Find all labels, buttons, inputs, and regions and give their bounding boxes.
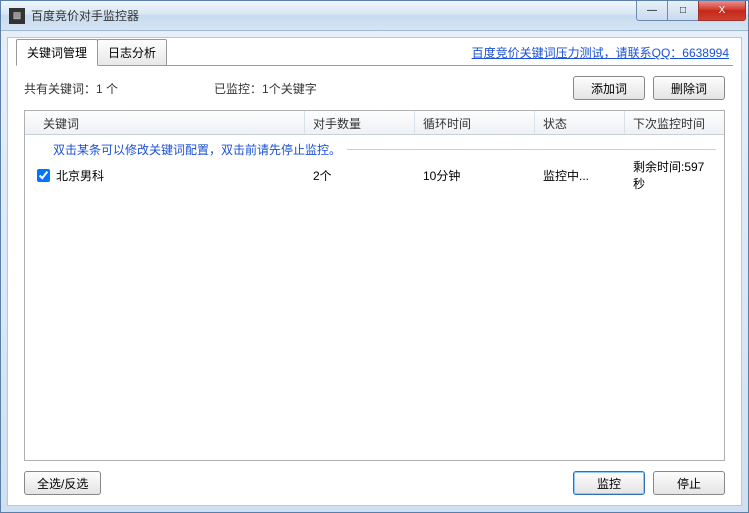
hint-divider [347,149,716,150]
tab-keyword-manage[interactable]: 关键词管理 [16,39,98,66]
column-cycle[interactable]: 循环时间 [415,111,535,134]
cell-keyword: 北京男科 [25,167,305,184]
titlebar: ▩ 百度竞价对手监控器 — □ X [1,1,748,31]
contact-link[interactable]: 百度竞价关键词压力测试，请联系QQ：6638994 [472,44,729,61]
cell-status: 监控中... [535,167,625,184]
bottom-toolbar: 全选/反选 监控 停止 [16,461,733,497]
column-opponents[interactable]: 对手数量 [305,111,415,134]
minimize-button[interactable]: — [636,1,668,21]
column-status[interactable]: 状态 [535,111,625,134]
tab-log-analysis[interactable]: 日志分析 [97,39,167,66]
listview-body: 双击某条可以修改关键词配置，双击前请先停止监控。 北京男科 2个 10分钟 监控… [25,135,724,460]
add-keyword-button[interactable]: 添加词 [573,76,645,100]
delete-keyword-button[interactable]: 删除词 [653,76,725,100]
app-icon: ▩ [9,8,25,24]
hint-text: 双击某条可以修改关键词配置，双击前请先停止监控。 [53,141,341,158]
row-checkbox[interactable] [37,169,50,182]
tab-label: 关键词管理 [27,46,87,60]
window-title: 百度竞价对手监控器 [31,7,637,24]
column-next-time[interactable]: 下次监控时间 [625,111,724,134]
keyword-listview: 关键词 对手数量 循环时间 状态 下次监控时间 双击某条可以修改关键词配置，双击… [24,110,725,461]
cell-opponents: 2个 [305,167,415,184]
stop-button[interactable]: 停止 [653,471,725,495]
tab-strip: 关键词管理 日志分析 [16,39,166,66]
monitor-button[interactable]: 监控 [573,471,645,495]
column-keyword[interactable]: 关键词 [25,111,305,134]
cell-cycle: 10分钟 [415,167,535,184]
listview-hint: 双击某条可以修改关键词配置，双击前请先停止监控。 [25,135,724,164]
topbar: 关键词管理 日志分析 百度竞价关键词压力测试，请联系QQ：6638994 [16,42,733,66]
window-controls: — □ X [637,1,748,21]
maximize-button[interactable]: □ [667,1,699,21]
select-all-button[interactable]: 全选/反选 [24,471,101,495]
app-window: ▩ 百度竞价对手监控器 — □ X 关键词管理 日志分析 百度竞价关键词压力测试… [0,0,749,513]
content-area: 关键词管理 日志分析 百度竞价关键词压力测试，请联系QQ：6638994 共有关… [7,37,742,506]
tab-label: 日志分析 [108,46,156,60]
monitored-label: 已监控：1个关键字 [214,80,317,97]
total-keywords-label: 共有关键词：1 个 [24,80,118,97]
listview-header: 关键词 对手数量 循环时间 状态 下次监控时间 [25,111,724,135]
toolbar: 共有关键词：1 个 已监控：1个关键字 添加词 删除词 [16,66,733,110]
close-button[interactable]: X [698,1,746,21]
keyword-text: 北京男科 [56,167,104,184]
table-row[interactable]: 北京男科 2个 10分钟 监控中... 剩余时间:597秒 [25,164,724,186]
